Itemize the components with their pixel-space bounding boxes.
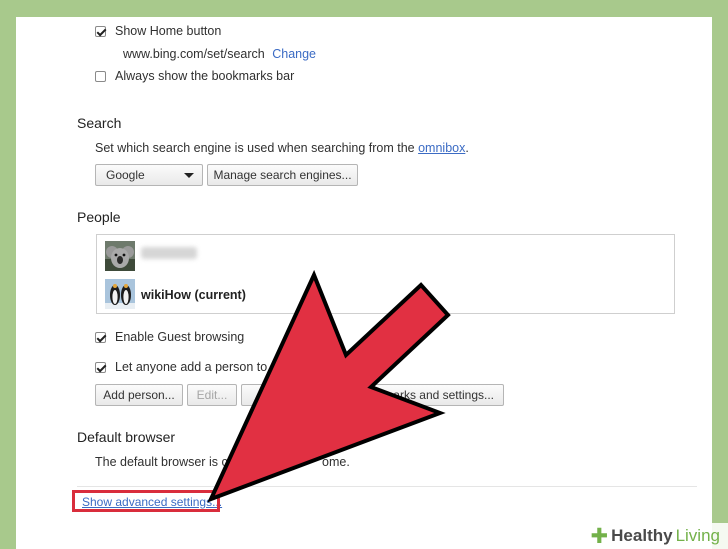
settings-panel: Show Home button www.bing.com/set/search…	[16, 17, 712, 549]
plus-icon: ✚	[590, 524, 609, 548]
red-arrow-icon	[207, 269, 451, 503]
watermark-brand: Healthy	[611, 526, 673, 545]
watermark-brand-suffix: Living	[675, 526, 720, 545]
watermark: ✚ Healthy Living	[586, 523, 728, 549]
